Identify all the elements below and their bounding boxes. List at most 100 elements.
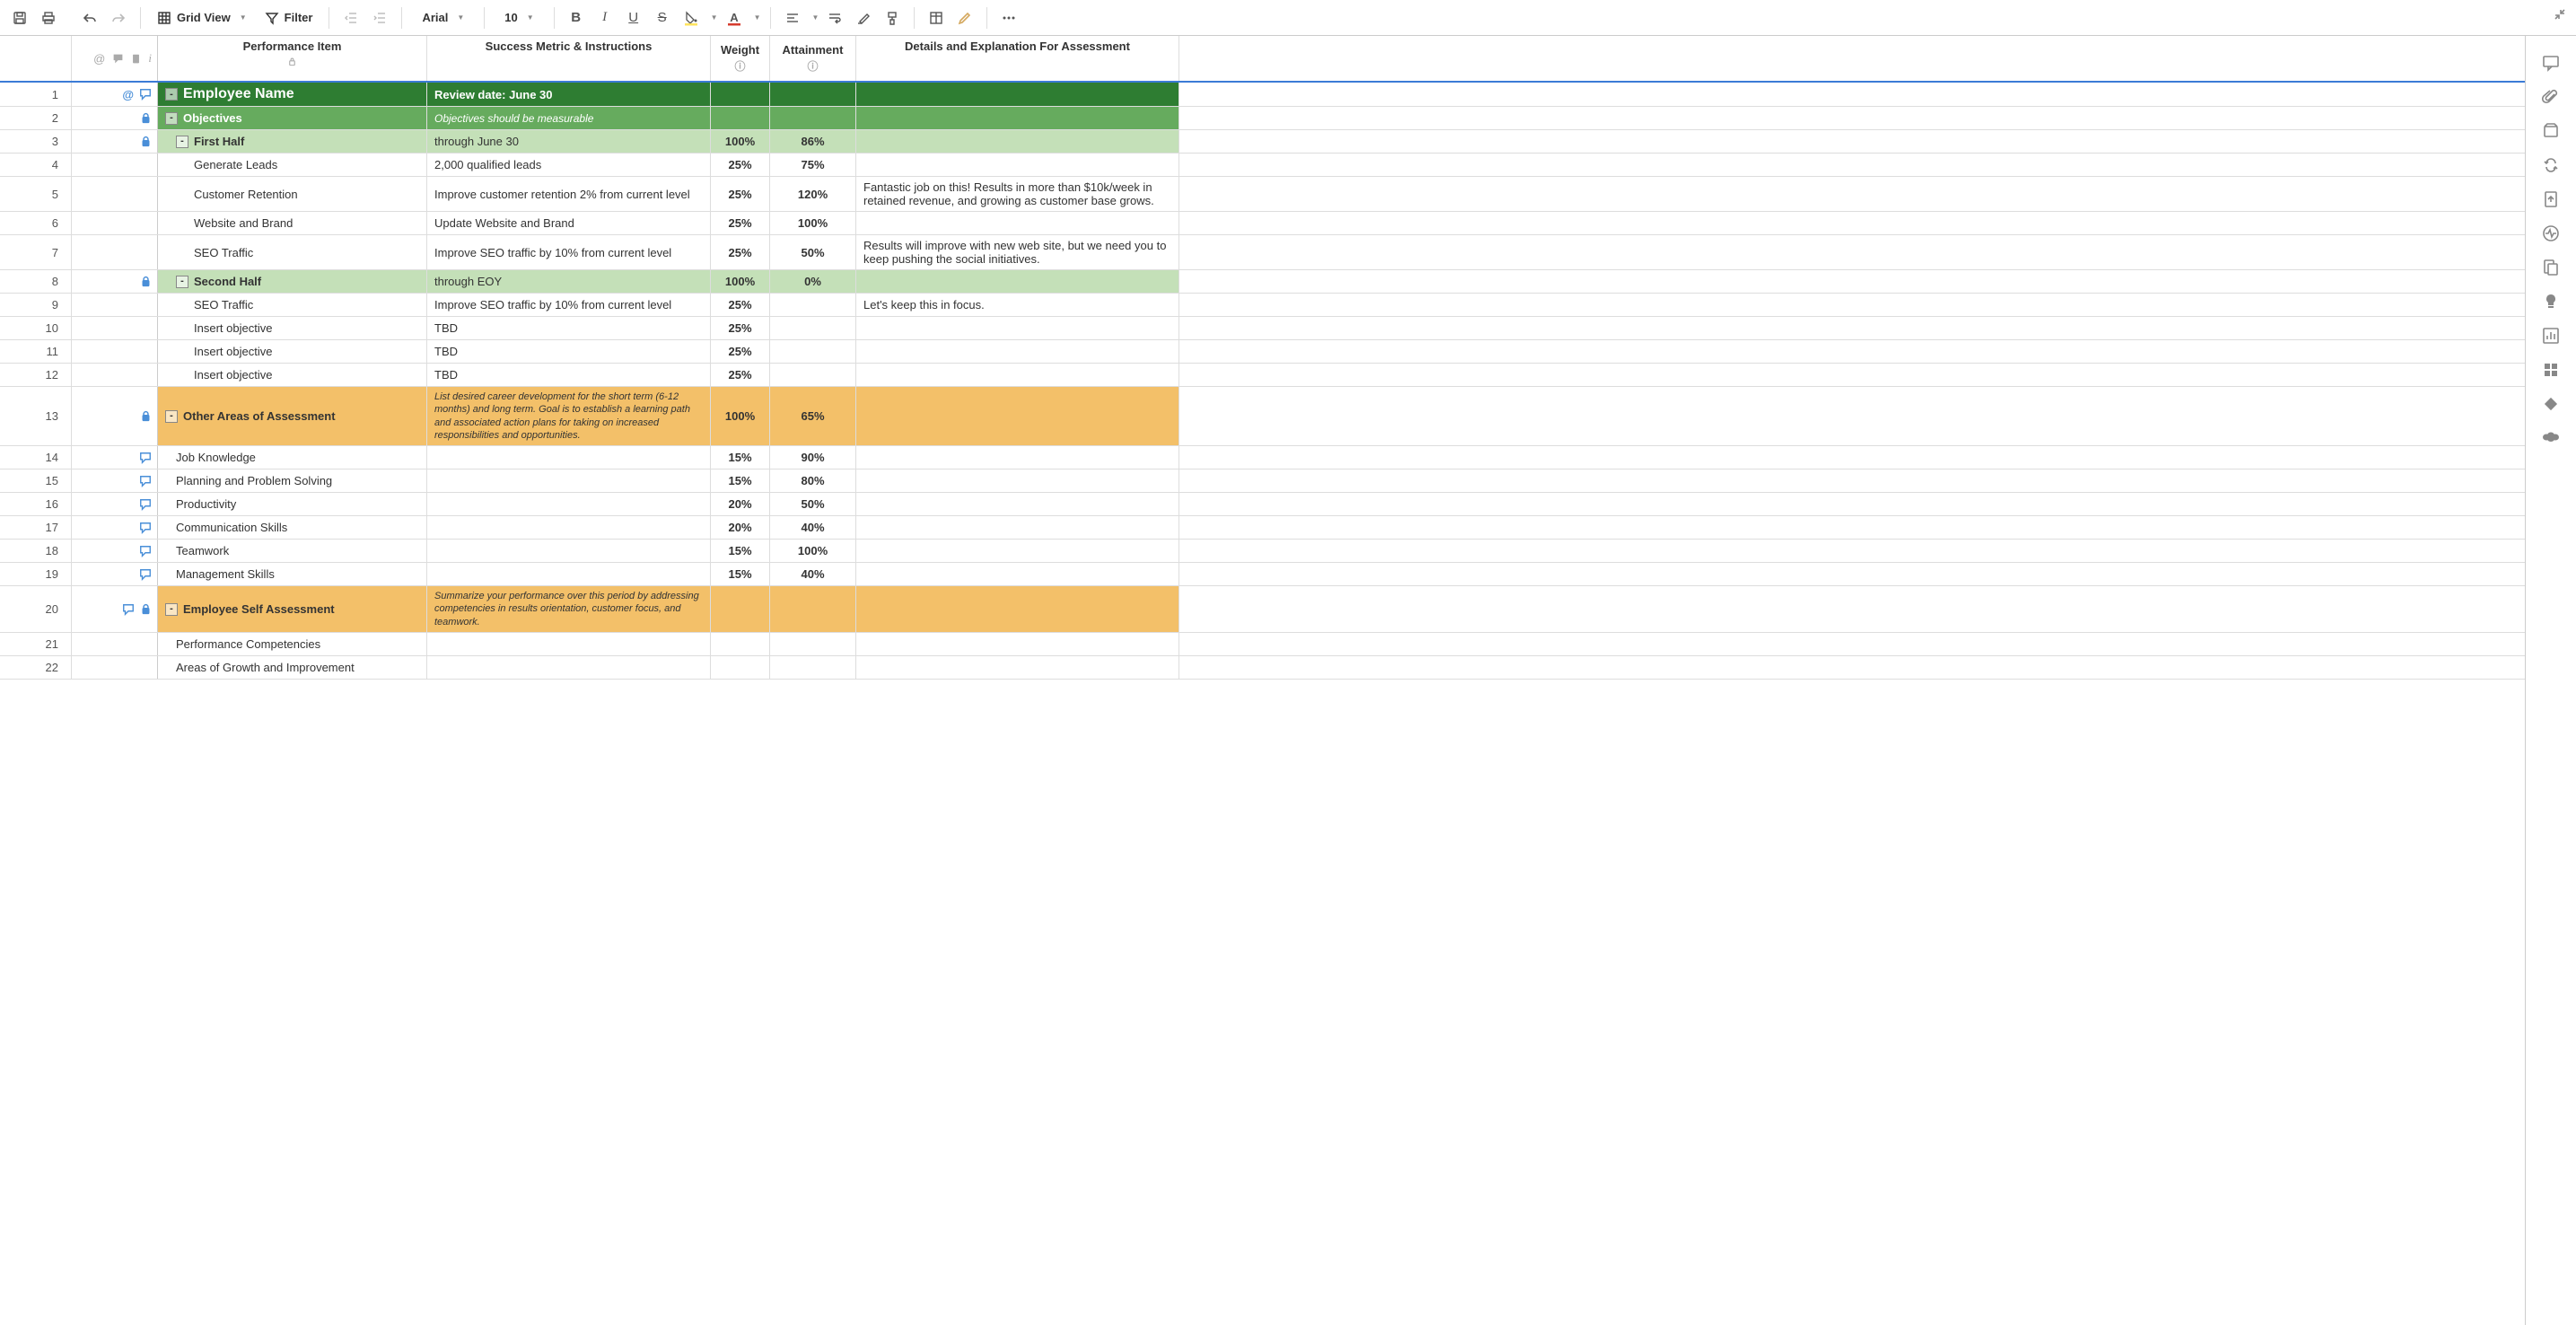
row-number[interactable]: 9 — [0, 294, 72, 316]
row-number[interactable]: 3 — [0, 130, 72, 153]
primary-cell[interactable]: -Second Half — [158, 270, 427, 293]
attainment-cell[interactable] — [770, 364, 856, 386]
format-painter-button[interactable] — [880, 5, 905, 31]
comment-icon[interactable] — [122, 603, 135, 616]
metric-cell[interactable] — [427, 540, 711, 562]
table-row[interactable]: 7SEO TrafficImprove SEO traffic by 10% f… — [0, 235, 2525, 270]
row-number[interactable]: 17 — [0, 516, 72, 539]
attainment-cell[interactable]: 100% — [770, 540, 856, 562]
attainment-cell[interactable] — [770, 340, 856, 363]
weight-cell[interactable]: 100% — [711, 130, 770, 153]
table-row[interactable]: 13-Other Areas of AssessmentList desired… — [0, 387, 2525, 446]
primary-cell[interactable]: Job Knowledge — [158, 446, 427, 469]
primary-cell[interactable]: -Other Areas of Assessment — [158, 387, 427, 445]
row-number[interactable]: 20 — [0, 586, 72, 632]
comment-icon[interactable] — [139, 475, 152, 487]
details-cell[interactable] — [856, 317, 1179, 339]
weight-cell[interactable]: 15% — [711, 446, 770, 469]
at-icon[interactable]: @ — [122, 88, 134, 101]
row-number[interactable]: 2 — [0, 107, 72, 129]
row-number[interactable]: 14 — [0, 446, 72, 469]
comment-icon[interactable] — [139, 545, 152, 557]
italic-button[interactable]: I — [592, 5, 618, 31]
row-number[interactable]: 22 — [0, 656, 72, 679]
table-row[interactable]: 9SEO TrafficImprove SEO traffic by 10% f… — [0, 294, 2525, 317]
details-cell[interactable] — [856, 270, 1179, 293]
details-cell[interactable] — [856, 154, 1179, 176]
weight-cell[interactable]: 15% — [711, 563, 770, 585]
table-row[interactable]: 5Customer RetentionImprove customer rete… — [0, 177, 2525, 212]
underline-button[interactable]: U — [621, 5, 646, 31]
metric-cell[interactable]: TBD — [427, 340, 711, 363]
attachments-panel-button[interactable] — [2542, 88, 2560, 106]
weight-cell[interactable]: 25% — [711, 294, 770, 316]
primary-cell[interactable]: -Objectives — [158, 107, 427, 129]
caret-icon[interactable]: ▼ — [711, 13, 718, 22]
details-cell[interactable] — [856, 540, 1179, 562]
metric-cell[interactable] — [427, 656, 711, 679]
weight-cell[interactable] — [711, 83, 770, 106]
attainment-cell[interactable]: 50% — [770, 235, 856, 269]
details-cell[interactable]: Fantastic job on this! Results in more t… — [856, 177, 1179, 211]
metric-cell[interactable]: 2,000 qualified leads — [427, 154, 711, 176]
details-cell[interactable] — [856, 563, 1179, 585]
row-number[interactable]: 4 — [0, 154, 72, 176]
comment-icon[interactable] — [139, 88, 152, 101]
primary-cell[interactable]: Customer Retention — [158, 177, 427, 211]
primary-cell[interactable]: Management Skills — [158, 563, 427, 585]
weight-cell[interactable]: 25% — [711, 340, 770, 363]
primary-cell[interactable]: Insert objective — [158, 340, 427, 363]
details-cell[interactable] — [856, 130, 1179, 153]
row-number[interactable]: 6 — [0, 212, 72, 234]
metric-cell[interactable]: Summarize your performance over this per… — [427, 586, 711, 632]
table-row[interactable]: 18Teamwork15%100% — [0, 540, 2525, 563]
clear-format-button[interactable] — [851, 5, 876, 31]
collapse-panel-button[interactable] — [2553, 7, 2567, 22]
attainment-cell[interactable]: 0% — [770, 270, 856, 293]
table-row[interactable]: 6Website and BrandUpdate Website and Bra… — [0, 212, 2525, 235]
text-color-button[interactable]: A — [722, 5, 747, 31]
table-row[interactable]: 11Insert objectiveTBD25% — [0, 340, 2525, 364]
row-number[interactable]: 21 — [0, 633, 72, 655]
row-number[interactable]: 1 — [0, 83, 72, 106]
lock-icon[interactable] — [140, 603, 152, 615]
metric-cell[interactable] — [427, 446, 711, 469]
collapse-toggle[interactable]: - — [176, 136, 188, 148]
attainment-cell[interactable] — [770, 107, 856, 129]
table-row[interactable]: 19Management Skills15%40% — [0, 563, 2525, 586]
table-row[interactable]: 15Planning and Problem Solving15%80% — [0, 469, 2525, 493]
attainment-cell[interactable]: 120% — [770, 177, 856, 211]
brandfolder-button[interactable] — [2542, 395, 2560, 413]
row-number[interactable]: 13 — [0, 387, 72, 445]
details-cell[interactable] — [856, 212, 1179, 234]
view-selector[interactable]: Grid View ▼ — [150, 7, 254, 29]
weight-cell[interactable]: 25% — [711, 177, 770, 211]
more-button[interactable] — [996, 5, 1021, 31]
weight-cell[interactable]: 20% — [711, 516, 770, 539]
primary-cell[interactable]: Planning and Problem Solving — [158, 469, 427, 492]
comment-icon[interactable] — [139, 452, 152, 464]
metric-cell[interactable]: through June 30 — [427, 130, 711, 153]
indent-button[interactable] — [367, 5, 392, 31]
comment-icon[interactable] — [139, 568, 152, 581]
lock-icon[interactable] — [140, 112, 152, 124]
primary-cell[interactable]: Communication Skills — [158, 516, 427, 539]
table-row[interactable]: 20-Employee Self AssessmentSummarize you… — [0, 586, 2525, 633]
weight-cell[interactable]: 100% — [711, 387, 770, 445]
collapse-toggle[interactable]: - — [165, 112, 178, 125]
metric-cell[interactable]: Improve customer retention 2% from curre… — [427, 177, 711, 211]
weight-cell[interactable] — [711, 656, 770, 679]
attainment-cell[interactable] — [770, 633, 856, 655]
metric-cell[interactable]: through EOY — [427, 270, 711, 293]
save-button[interactable] — [7, 5, 32, 31]
chart-button[interactable] — [2542, 327, 2560, 345]
update-requests-button[interactable] — [2542, 156, 2560, 174]
table-row[interactable]: 1@-Employee NameReview date: June 30 — [0, 83, 2525, 107]
table-row[interactable]: 4Generate Leads2,000 qualified leads25%7… — [0, 154, 2525, 177]
header-weight[interactable]: Weight ⓘ — [711, 36, 770, 81]
details-cell[interactable]: Let's keep this in focus. — [856, 294, 1179, 316]
header-details[interactable]: Details and Explanation For Assessment — [856, 36, 1179, 81]
row-number[interactable]: 16 — [0, 493, 72, 515]
size-selector[interactable]: 10▼ — [494, 7, 544, 28]
weight-cell[interactable]: 25% — [711, 317, 770, 339]
